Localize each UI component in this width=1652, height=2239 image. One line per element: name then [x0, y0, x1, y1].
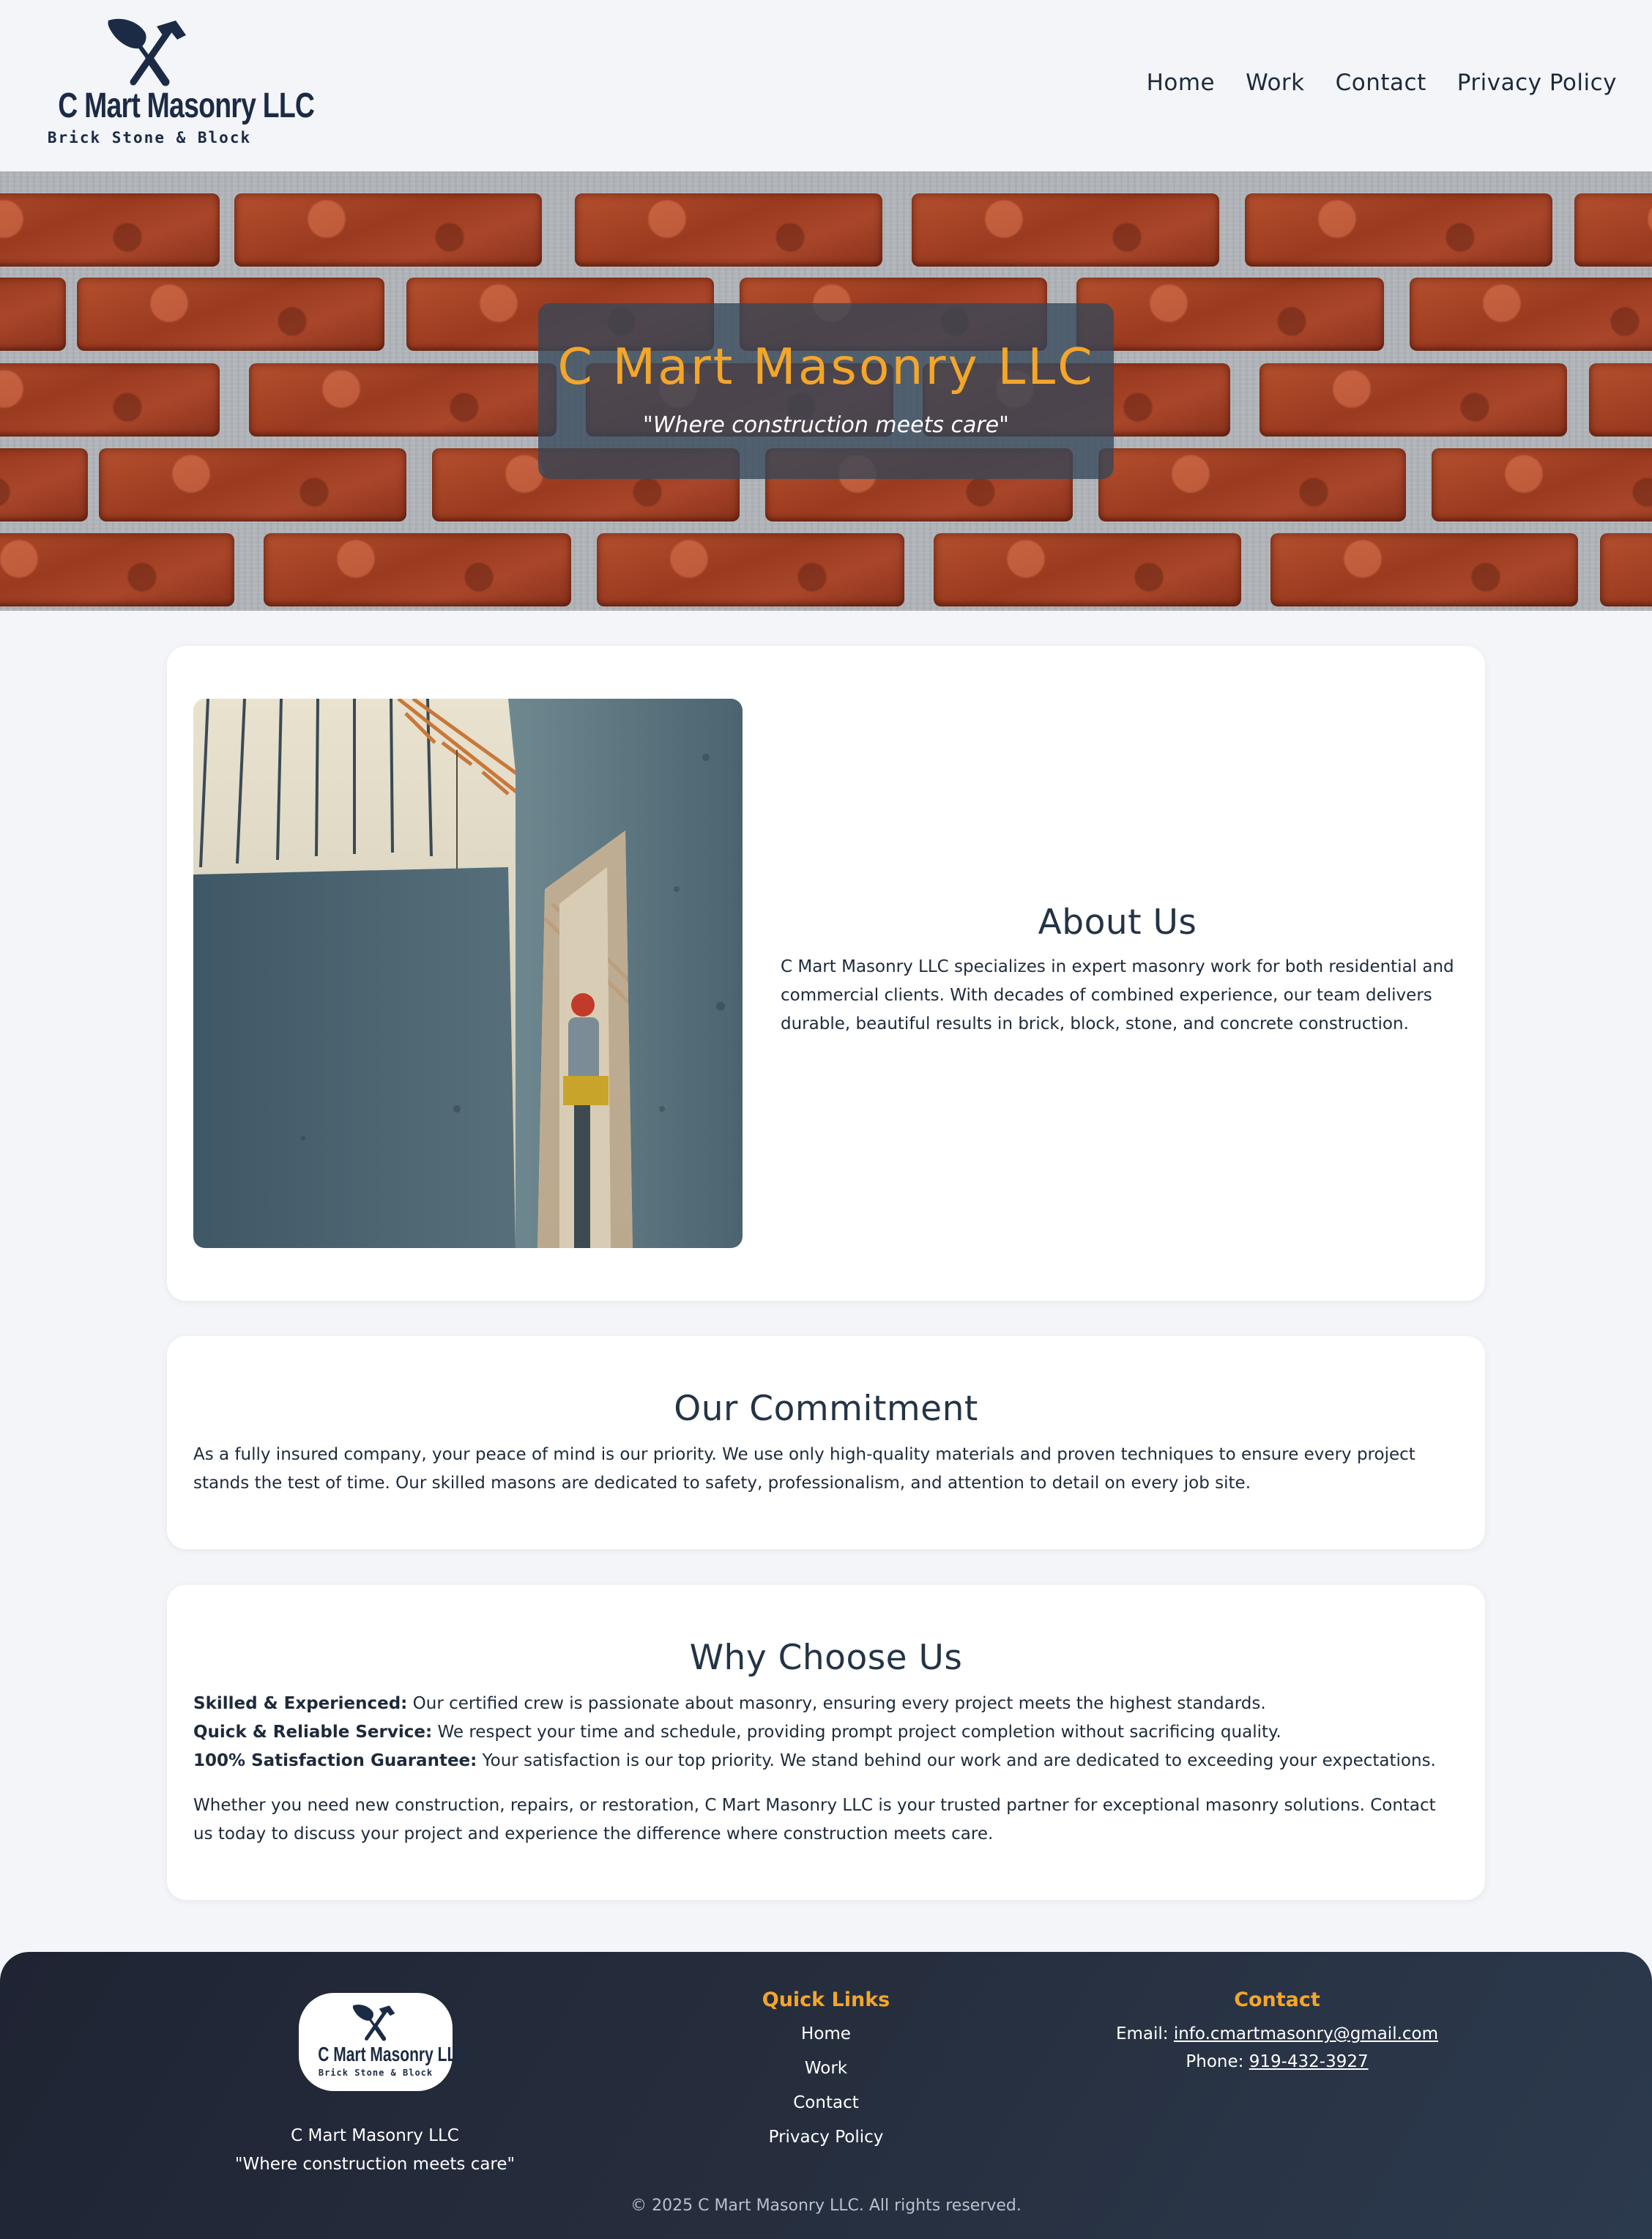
footer-logo-subtitle: Brick Stone & Block: [318, 2068, 434, 2078]
brick: [1600, 533, 1652, 606]
nav-privacy-policy[interactable]: Privacy Policy: [1457, 70, 1617, 96]
phone-label: Phone:: [1186, 2052, 1249, 2071]
email-label: Email:: [1115, 2024, 1174, 2043]
why-heading: Why Choose Us: [689, 1638, 963, 1678]
footer-link-contact[interactable]: Contact: [680, 2086, 972, 2120]
footer-link-home[interactable]: Home: [680, 2017, 972, 2052]
trowel-hammer-icon: [108, 18, 186, 86]
main-nav: Home Work Contact Privacy Policy: [1147, 70, 1617, 96]
hero-title-box: C Mart Masonry LLC "Where construction m…: [538, 303, 1114, 479]
footer-quick-links: Quick Links Home Work Contact Privacy Po…: [680, 1989, 972, 2155]
why-closing: Whether you need new construction, repai…: [193, 1796, 1436, 1843]
why-item-label: Skilled & Experienced:: [193, 1694, 408, 1713]
brick-row: [0, 193, 1652, 267]
logo-title: C Mart Masonry LLC: [58, 86, 315, 125]
brick: [77, 278, 384, 351]
why-item-skilled: Skilled & Experienced: Our certified cre…: [193, 1690, 1459, 1718]
why-item-guarantee: 100% Satisfaction Guarantee: Your satisf…: [193, 1747, 1459, 1775]
footer-brand-name: C Mart Masonry LLC: [291, 2126, 459, 2145]
footer-contact: Contact Email: info.cmartmasonry@gmail.c…: [1054, 1989, 1500, 2076]
brick: [0, 278, 66, 351]
commitment-body: As a fully insured company, your peace o…: [193, 1445, 1415, 1493]
about-content: About Us C Mart Masonry LLC specializes …: [781, 902, 1454, 1039]
brick: [249, 363, 557, 437]
brick: [234, 193, 542, 267]
why-item-text: We respect your time and schedule, provi…: [432, 1723, 1281, 1742]
brick: [1270, 533, 1578, 606]
brick: [1098, 448, 1406, 521]
why-item-text: Our certified crew is passionate about m…: [407, 1694, 1266, 1713]
brick: [0, 533, 234, 606]
brick: [1260, 363, 1567, 437]
contact-phone-line: Phone: 919-432-3927: [1054, 2048, 1500, 2076]
quick-links-heading: Quick Links: [762, 1989, 890, 2011]
brick: [99, 448, 406, 521]
why-item-label: Quick & Reliable Service:: [193, 1723, 433, 1742]
about-body: C Mart Masonry LLC specializes in expert…: [781, 957, 1454, 1033]
brick: [1245, 193, 1552, 267]
footer-brand-tagline: "Where construction meets care": [234, 2155, 516, 2174]
hero-tagline: "Where construction meets care": [643, 412, 1009, 438]
commitment-heading: Our Commitment: [674, 1389, 978, 1429]
why-item-reliable: Quick & Reliable Service: We respect you…: [193, 1718, 1459, 1747]
logo-subtitle: Brick Stone & Block: [47, 129, 252, 146]
footer-logo[interactable]: C Mart Masonry LLC Brick Stone & Block: [299, 1993, 468, 2091]
brick: [912, 193, 1219, 267]
nav-work[interactable]: Work: [1246, 70, 1305, 96]
site-footer: C Mart Masonry LLC Brick Stone & Block C…: [0, 1952, 1652, 2239]
why-item-label: 100% Satisfaction Guarantee:: [193, 1751, 477, 1770]
nav-contact[interactable]: Contact: [1336, 70, 1426, 96]
brick: [934, 533, 1241, 606]
brick: [597, 533, 904, 606]
email-link[interactable]: info.cmartmasonry@gmail.com: [1174, 2024, 1438, 2043]
commitment-card: Our Commitment As a fully insured compan…: [167, 1336, 1485, 1549]
footer-logo-title: C Mart Masonry LLC: [318, 2043, 468, 2065]
why-list: Skilled & Experienced: Our certified cre…: [193, 1690, 1459, 1775]
copyright: © 2025 C Mart Masonry LLC. All rights re…: [630, 2197, 1022, 2215]
brick: [1589, 363, 1652, 437]
brick: [264, 533, 571, 606]
hero-title: C Mart Masonry LLC: [557, 338, 1095, 396]
footer-link-privacy-policy[interactable]: Privacy Policy: [680, 2120, 972, 2155]
brick-row: [0, 533, 1652, 606]
brick: [0, 193, 220, 267]
nav-home[interactable]: Home: [1147, 70, 1216, 96]
phone-link[interactable]: 919-432-3927: [1249, 2052, 1369, 2071]
about-card: About Us C Mart Masonry LLC specializes …: [167, 646, 1485, 1301]
brick: [575, 193, 882, 267]
brick: [1410, 278, 1652, 351]
trowel-hammer-icon: [352, 2005, 395, 2041]
footer-link-work[interactable]: Work: [680, 2052, 972, 2086]
site-header: C Mart Masonry LLC Brick Stone & Block H…: [0, 0, 1652, 171]
contact-heading: Contact: [1234, 1989, 1320, 2011]
brick: [1432, 448, 1652, 521]
why-item-text: Your satisfaction is our top priority. W…: [477, 1751, 1436, 1770]
contact-email-line: Email: info.cmartmasonry@gmail.com: [1054, 2020, 1500, 2048]
about-heading: About Us: [1038, 902, 1197, 943]
hero-banner: C Mart Masonry LLC "Where construction m…: [0, 171, 1652, 611]
construction-photo: [193, 699, 743, 1248]
brick: [0, 363, 220, 437]
brick: [1574, 193, 1652, 267]
why-choose-us-card: Why Choose Us Skilled & Experienced: Our…: [167, 1585, 1485, 1900]
footer-brand: C Mart Masonry LLC "Where construction m…: [155, 2122, 595, 2179]
brick: [0, 448, 88, 521]
logo[interactable]: C Mart Masonry LLC Brick Stone & Block: [32, 16, 315, 155]
brick: [1076, 278, 1384, 351]
construction-photo-illustration: [193, 699, 743, 1248]
